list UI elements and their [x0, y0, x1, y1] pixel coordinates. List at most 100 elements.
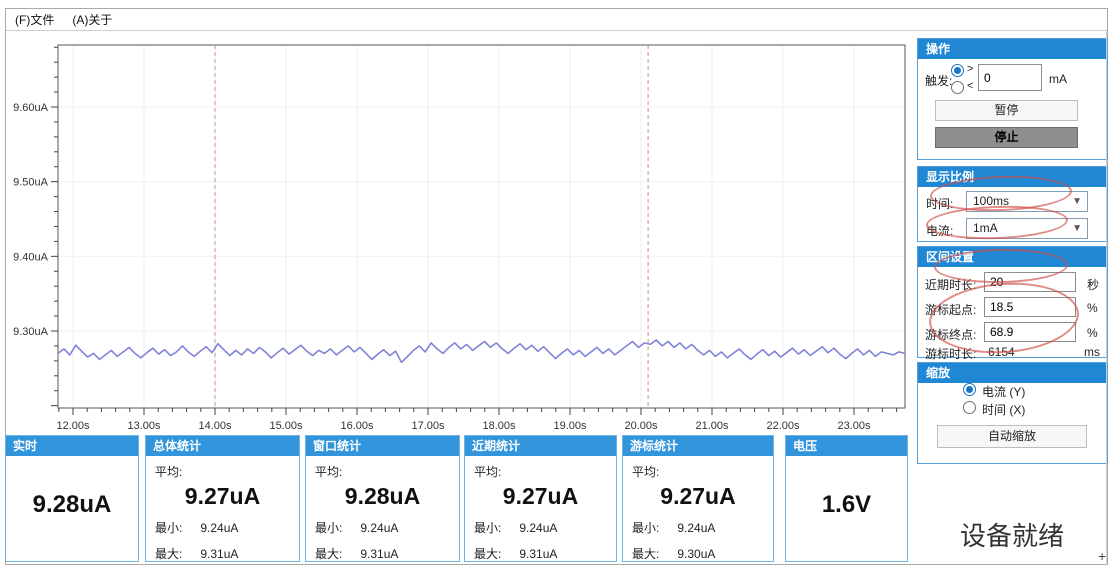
trigger-lt-symbol: <	[967, 80, 973, 92]
max-value: 9.31uA	[360, 547, 398, 561]
svg-text:13.00s: 13.00s	[127, 420, 161, 432]
svg-text:19.00s: 19.00s	[553, 420, 587, 432]
recent-duration-input[interactable]	[984, 272, 1076, 292]
avg-value: 9.27uA	[474, 483, 607, 510]
trigger-gt-radio[interactable]	[951, 64, 964, 77]
avg-value: 9.27uA	[632, 483, 764, 510]
min-value: 9.24uA	[360, 521, 398, 535]
cursor-start-label: 游标起点:	[925, 301, 976, 318]
cursor-duration-value: 6154	[988, 345, 1015, 359]
display-scale-panel: 显示比例 时间: 100ms ▼ 电流: 1mA ▼	[917, 166, 1108, 242]
svg-text:9.60uA: 9.60uA	[13, 102, 49, 114]
app-window: (F)文件 (A)关于 12.00s13.00s14.00s15.00s16.0…	[0, 0, 1113, 573]
zoom-current-y-label: 电流 (Y)	[982, 383, 1025, 400]
zoom-time-x-label: 时间 (X)	[982, 401, 1025, 418]
max-label: 最大:	[474, 547, 501, 561]
status-text: 设备就绪	[922, 516, 1102, 553]
zoom-time-x-radio[interactable]	[963, 401, 976, 414]
cursor-end-input[interactable]	[984, 322, 1076, 342]
cursor-start-unit: %	[1087, 301, 1098, 315]
stat-panel-title: 游标统计	[623, 436, 773, 456]
svg-text:21.00s: 21.00s	[695, 420, 729, 432]
time-scale-select[interactable]: 100ms ▼	[966, 191, 1088, 212]
cursor-duration-label: 游标时长:	[925, 345, 976, 362]
cursor-start-input[interactable]	[984, 297, 1076, 317]
max-value: 9.31uA	[519, 547, 557, 561]
zoom-panel: 缩放 电流 (Y) 时间 (X) 自动缩放	[917, 362, 1108, 464]
time-scale-value: 100ms	[973, 194, 1009, 208]
recent-duration-label: 近期时长:	[925, 276, 976, 293]
trigger-lt-radio[interactable]	[951, 81, 964, 94]
stat-panel-voltage: 电压 1.6V	[785, 435, 908, 562]
svg-text:20.00s: 20.00s	[624, 420, 658, 432]
min-value: 9.24uA	[519, 521, 557, 535]
current-waveform-chart[interactable]: 12.00s 13.00s 14.00s 15.00s 16.00s 17.00s 18.0…	[0, 0, 912, 433]
svg-text:15.00s: 15.00s	[269, 420, 303, 432]
auto-zoom-button[interactable]: 自动缩放	[937, 425, 1087, 448]
max-label: 最大:	[155, 547, 182, 561]
cursor-end-label: 游标终点:	[925, 326, 976, 343]
time-scale-label: 时间:	[926, 195, 953, 212]
svg-text:18.00s: 18.00s	[482, 420, 516, 432]
max-value: 9.31uA	[200, 547, 238, 561]
svg-text:9.40uA: 9.40uA	[13, 251, 49, 263]
window-right-edge	[1106, 31, 1107, 565]
svg-text:9.50uA: 9.50uA	[13, 177, 49, 189]
min-label: 最小:	[632, 521, 659, 535]
avg-label: 平均:	[474, 463, 607, 480]
stat-big-value: 1.6V	[786, 491, 907, 519]
operation-panel-title: 操作	[918, 39, 1107, 59]
svg-text:12.00s: 12.00s	[56, 420, 90, 432]
avg-value: 9.28uA	[315, 483, 450, 510]
current-scale-label: 电流:	[926, 222, 953, 239]
cursor-end-unit: %	[1087, 326, 1098, 340]
svg-text:22.00s: 22.00s	[766, 420, 800, 432]
mouse-cursor-crosshair: +	[1098, 548, 1106, 564]
display-scale-title: 显示比例	[918, 167, 1107, 187]
current-scale-select[interactable]: 1mA ▼	[966, 218, 1088, 239]
trigger-value-input[interactable]	[978, 64, 1042, 91]
max-label: 最大:	[632, 547, 659, 561]
trigger-label: 触发:	[925, 72, 952, 89]
min-label: 最小:	[155, 521, 182, 535]
max-value: 9.30uA	[677, 547, 715, 561]
zoom-current-y-radio[interactable]	[963, 383, 976, 396]
pause-button[interactable]: 暂停	[935, 100, 1078, 121]
max-label: 最大:	[315, 547, 342, 561]
stop-button[interactable]: 停止	[935, 127, 1078, 148]
svg-text:9.30uA: 9.30uA	[13, 326, 49, 338]
chevron-down-icon: ▼	[1072, 192, 1082, 212]
stat-panel-title: 电压	[786, 436, 907, 456]
min-label: 最小:	[474, 521, 501, 535]
trigger-gt-symbol: >	[967, 63, 973, 75]
min-value: 9.24uA	[200, 521, 238, 535]
svg-text:23.00s: 23.00s	[837, 420, 871, 432]
cursor-duration-unit: ms	[1084, 345, 1100, 359]
svg-text:14.00s: 14.00s	[198, 420, 232, 432]
avg-label: 平均:	[155, 463, 290, 480]
interval-settings-panel: 区间设置 近期时长: 秒 游标起点: % 游标终点: % 游标时长: 6154 …	[917, 246, 1108, 358]
stat-big-value: 9.28uA	[6, 491, 138, 519]
operation-panel: 操作 触发: > < mA 暂停 停止	[917, 38, 1108, 160]
svg-text:17.00s: 17.00s	[411, 420, 445, 432]
min-label: 最小:	[315, 521, 342, 535]
stat-panel-realtime: 实时 9.28uA	[5, 435, 139, 562]
stat-panel-title: 实时	[6, 436, 138, 456]
trigger-unit-label: mA	[1049, 72, 1067, 86]
stat-panel-cursor: 游标统计平均: 9.27uA 最小: 9.24uA 最大: 9.30uA	[622, 435, 774, 562]
current-scale-value: 1mA	[973, 221, 998, 235]
stat-panel-title: 近期统计	[465, 436, 616, 456]
chevron-down-icon: ▼	[1072, 219, 1082, 239]
min-value: 9.24uA	[677, 521, 715, 535]
stat-panel-overall: 总体统计平均: 9.27uA 最小: 9.24uA 最大: 9.31uA	[145, 435, 300, 562]
recent-duration-unit: 秒	[1087, 276, 1099, 293]
avg-label: 平均:	[315, 463, 450, 480]
stat-panel-title: 窗口统计	[306, 436, 459, 456]
svg-text:16.00s: 16.00s	[340, 420, 374, 432]
interval-settings-title: 区间设置	[918, 247, 1107, 267]
avg-value: 9.27uA	[155, 483, 290, 510]
stat-panel-recent: 近期统计平均: 9.27uA 最小: 9.24uA 最大: 9.31uA	[464, 435, 617, 562]
stat-panel-title: 总体统计	[146, 436, 299, 456]
zoom-panel-title: 缩放	[918, 363, 1107, 383]
avg-label: 平均:	[632, 463, 764, 480]
